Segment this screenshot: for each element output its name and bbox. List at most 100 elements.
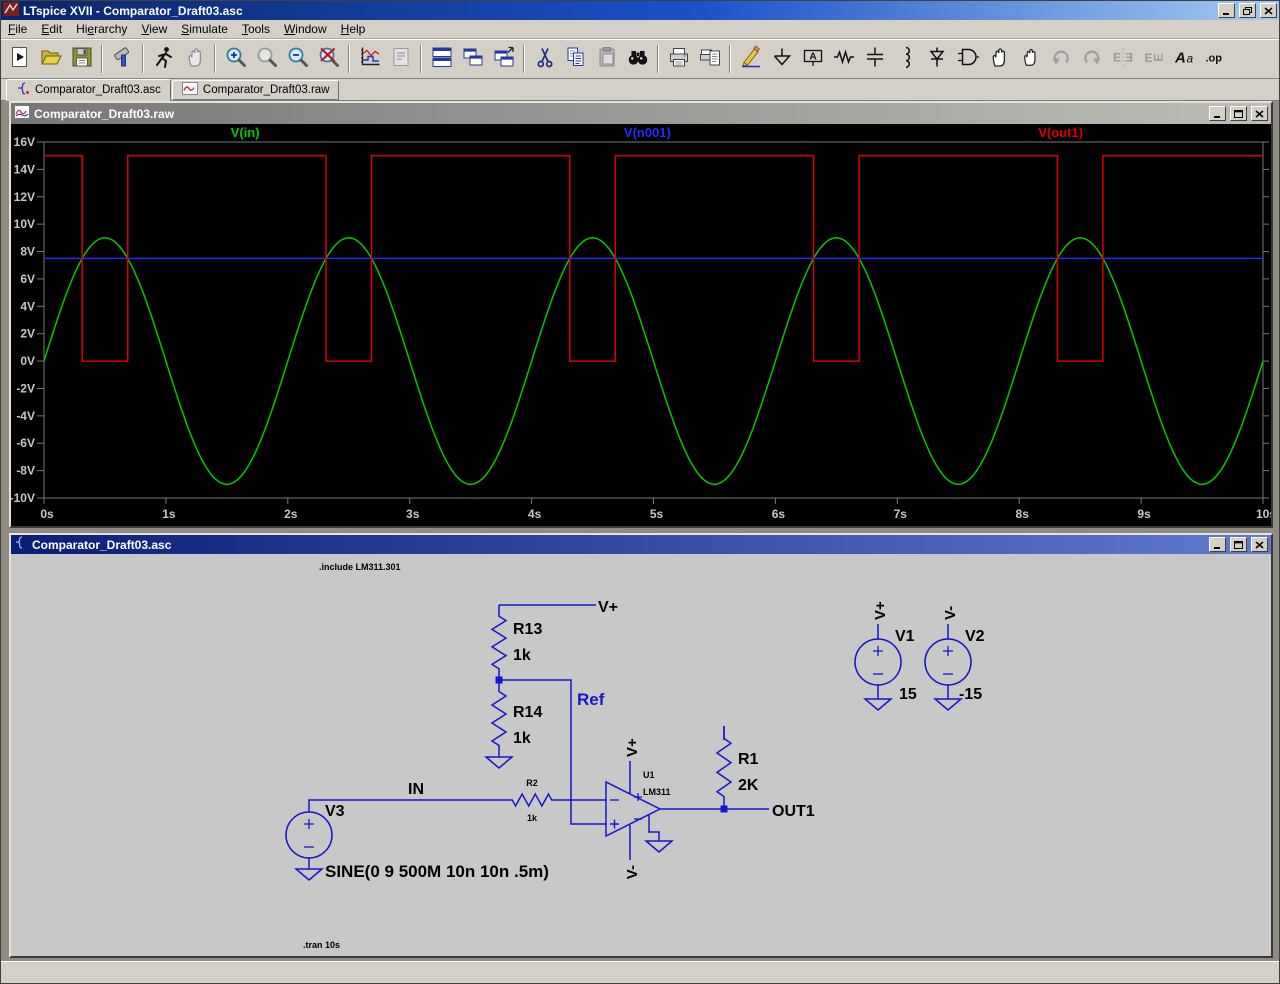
schematic-label[interactable]: OUT1 [772,803,815,820]
ground-symbol[interactable] [296,869,322,880]
schematic-label[interactable]: V- [942,606,959,620]
autorange-y-button[interactable] [354,42,385,76]
inductor-button[interactable] [890,42,921,76]
y-tick-label: 4V [20,299,35,313]
ground-symbol[interactable] [486,757,512,768]
menu-help[interactable]: Help [334,21,373,37]
schematic-minimize-button[interactable] [1209,537,1226,552]
waveform-close-button[interactable] [1251,106,1268,121]
zoom-in-button[interactable] [220,42,251,76]
ground-symbol[interactable] [646,841,672,852]
voltage-source-V1[interactable] [855,639,901,685]
menu-simulate[interactable]: Simulate [174,21,235,37]
new-schematic-button[interactable] [4,42,35,76]
open-file-button[interactable] [35,42,66,76]
diode-button[interactable] [921,42,952,76]
print-preview-button[interactable] [694,42,725,76]
wire[interactable] [649,815,659,841]
tab-comparator_draft03.asc[interactable]: Comparator_Draft03.asc [6,79,171,101]
app-minimize-button[interactable] [1218,3,1235,18]
schematic-canvas[interactable]: .include LM311.301 V+ R13 1k Ref R14 1k IN V3 SIN… [11,554,1271,956]
resistor-R1[interactable] [717,726,731,809]
cascade-windows-button[interactable] [488,42,519,76]
menu-edit[interactable]: Edit [34,21,69,37]
net-label-button[interactable]: A [797,42,828,76]
schematic-label[interactable]: IN [408,781,424,798]
schematic-label[interactable]: U1 [643,770,655,780]
spice-directive-button[interactable]: .op [1200,42,1231,76]
y-tick-label: -10V [11,491,35,505]
schematic-window-title: Comparator_Draft03.asc [32,538,171,552]
wire-button[interactable] [735,42,766,76]
schematic-label[interactable]: V3 [325,803,345,820]
waveform-plot[interactable]: 16V14V12V10V8V6V4V2V0V-2V-4V-6V-8V-10V0s… [11,124,1271,526]
zoom-full-extents-button[interactable] [313,42,344,76]
schematic-label[interactable]: 1k [527,813,538,823]
schematic-label[interactable]: 1k [513,647,531,664]
tile-vertical-button[interactable] [426,42,457,76]
schematic-label[interactable]: R14 [513,704,542,721]
schematic-label[interactable]: V+ [624,738,641,757]
schematic-label[interactable]: V2 [965,628,985,645]
schematic-close-button[interactable] [1251,537,1268,552]
zoom-out-button[interactable] [282,42,313,76]
resistor-R14[interactable] [492,680,506,757]
schematic-label[interactable]: R13 [513,621,542,638]
schematic-label[interactable]: 15 [899,686,917,703]
menu-view[interactable]: View [134,21,174,37]
wires[interactable] [309,605,948,869]
app-close-button[interactable] [1260,3,1277,18]
tab-comparator_draft03.raw[interactable]: Comparator_Draft03.raw [172,80,340,100]
schematic-label[interactable]: LM311 [643,787,671,797]
schematic-label[interactable]: .include LM311.301 [319,562,401,572]
menu-hierarchy[interactable]: Hierarchy [69,21,134,37]
schematic-label[interactable]: 2K [738,777,759,794]
trace-label-vn001[interactable]: V(n001) [624,125,671,140]
y-tick-label: 6V [20,272,35,286]
schematic-label[interactable]: 1k [513,730,531,747]
print-button[interactable] [663,42,694,76]
tile-horizontal-button[interactable] [457,42,488,76]
schematic-label[interactable]: .tran 10s [303,940,340,950]
menu-window[interactable]: Window [277,21,334,37]
find-button[interactable] [622,42,653,76]
resistor-R2[interactable] [506,794,558,806]
copy-button[interactable] [560,42,591,76]
voltage-source-V2[interactable] [925,639,971,685]
menu-file[interactable]: File [1,21,34,37]
schematic-label[interactable]: V- [624,865,641,879]
waveform-window-titlebar[interactable]: Comparator_Draft03.raw [11,103,1271,124]
schematic-label[interactable]: V+ [872,601,889,620]
trace-label-vin[interactable]: V(in) [231,125,260,140]
trace-label-vout1[interactable]: V(out1) [1038,125,1083,140]
x-axis[interactable]: 0s1s2s3s4s5s6s7s8s9s10s [40,498,1271,521]
capacitor-button[interactable] [859,42,890,76]
save-button[interactable] [66,42,97,76]
move-button[interactable] [983,42,1014,76]
resistor-button[interactable] [828,42,859,76]
waveform-maximize-button[interactable] [1230,106,1247,121]
text-button[interactable]: Aa [1169,42,1200,76]
schematic-label[interactable]: V1 [895,628,915,645]
x-tick-label: 8s [1016,507,1030,521]
schematic-window-titlebar[interactable]: Comparator_Draft03.asc [11,535,1271,554]
menu-tools[interactable]: Tools [235,21,277,37]
ground-symbol[interactable] [865,699,891,710]
schematic-label[interactable]: -15 [959,686,982,703]
app-restore-button[interactable] [1239,3,1256,18]
resistor-R13[interactable] [492,605,506,680]
ground-button[interactable] [766,42,797,76]
schematic-label[interactable]: SINE(0 9 500M 10n 10n .5m) [325,862,549,881]
schematic-label[interactable]: R1 [738,751,759,768]
waveform-minimize-button[interactable] [1209,106,1226,121]
schematic-label[interactable]: R2 [526,778,538,788]
component-button[interactable] [952,42,983,76]
control-panel-button[interactable] [107,42,138,76]
ground-symbol[interactable] [935,699,961,710]
schematic-label[interactable]: Ref [577,690,605,709]
schematic-maximize-button[interactable] [1230,537,1247,552]
schematic-label[interactable]: V+ [598,599,618,616]
run-button[interactable] [148,42,179,76]
drag-button[interactable] [1014,42,1045,76]
cut-button[interactable] [529,42,560,76]
